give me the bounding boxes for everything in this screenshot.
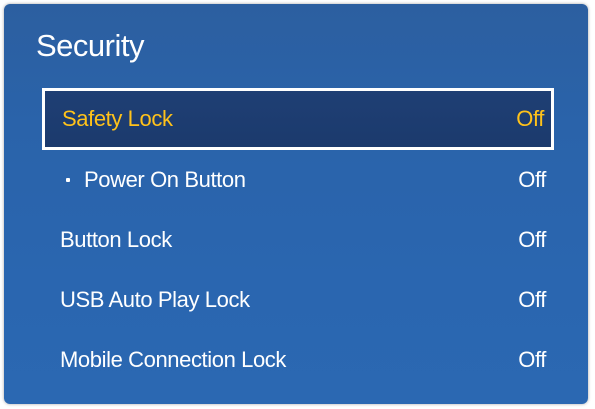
menu-item-power-on-button[interactable]: Power On Button Off xyxy=(42,150,554,210)
menu-item-value: Off xyxy=(516,106,544,131)
security-menu-list: Safety Lock Off Power On Button Off Butt… xyxy=(42,88,554,390)
menu-item-label: Button Lock xyxy=(60,227,172,252)
menu-item-value: Off xyxy=(518,347,546,372)
menu-item-label: Safety Lock xyxy=(62,106,173,131)
menu-item-label: USB Auto Play Lock xyxy=(60,287,250,312)
menu-item-mobile-connection-lock[interactable]: Mobile Connection Lock Off xyxy=(42,330,554,390)
menu-item-label: Power On Button xyxy=(84,167,246,192)
menu-item-button-lock[interactable]: Button Lock Off xyxy=(42,210,554,270)
menu-item-value: Off xyxy=(518,167,546,192)
menu-item-value: Off xyxy=(518,227,546,252)
menu-item-value: Off xyxy=(518,287,546,312)
menu-item-label-wrap: Power On Button xyxy=(60,167,246,193)
menu-item-label: Mobile Connection Lock xyxy=(60,347,287,372)
menu-item-safety-lock[interactable]: Safety Lock Off xyxy=(42,88,554,150)
security-menu-panel: Security Safety Lock Off Power On Button… xyxy=(4,4,588,404)
panel-title: Security xyxy=(36,28,144,63)
menu-item-usb-auto-play-lock[interactable]: USB Auto Play Lock Off xyxy=(42,270,554,330)
bullet-dot-icon xyxy=(66,178,70,182)
